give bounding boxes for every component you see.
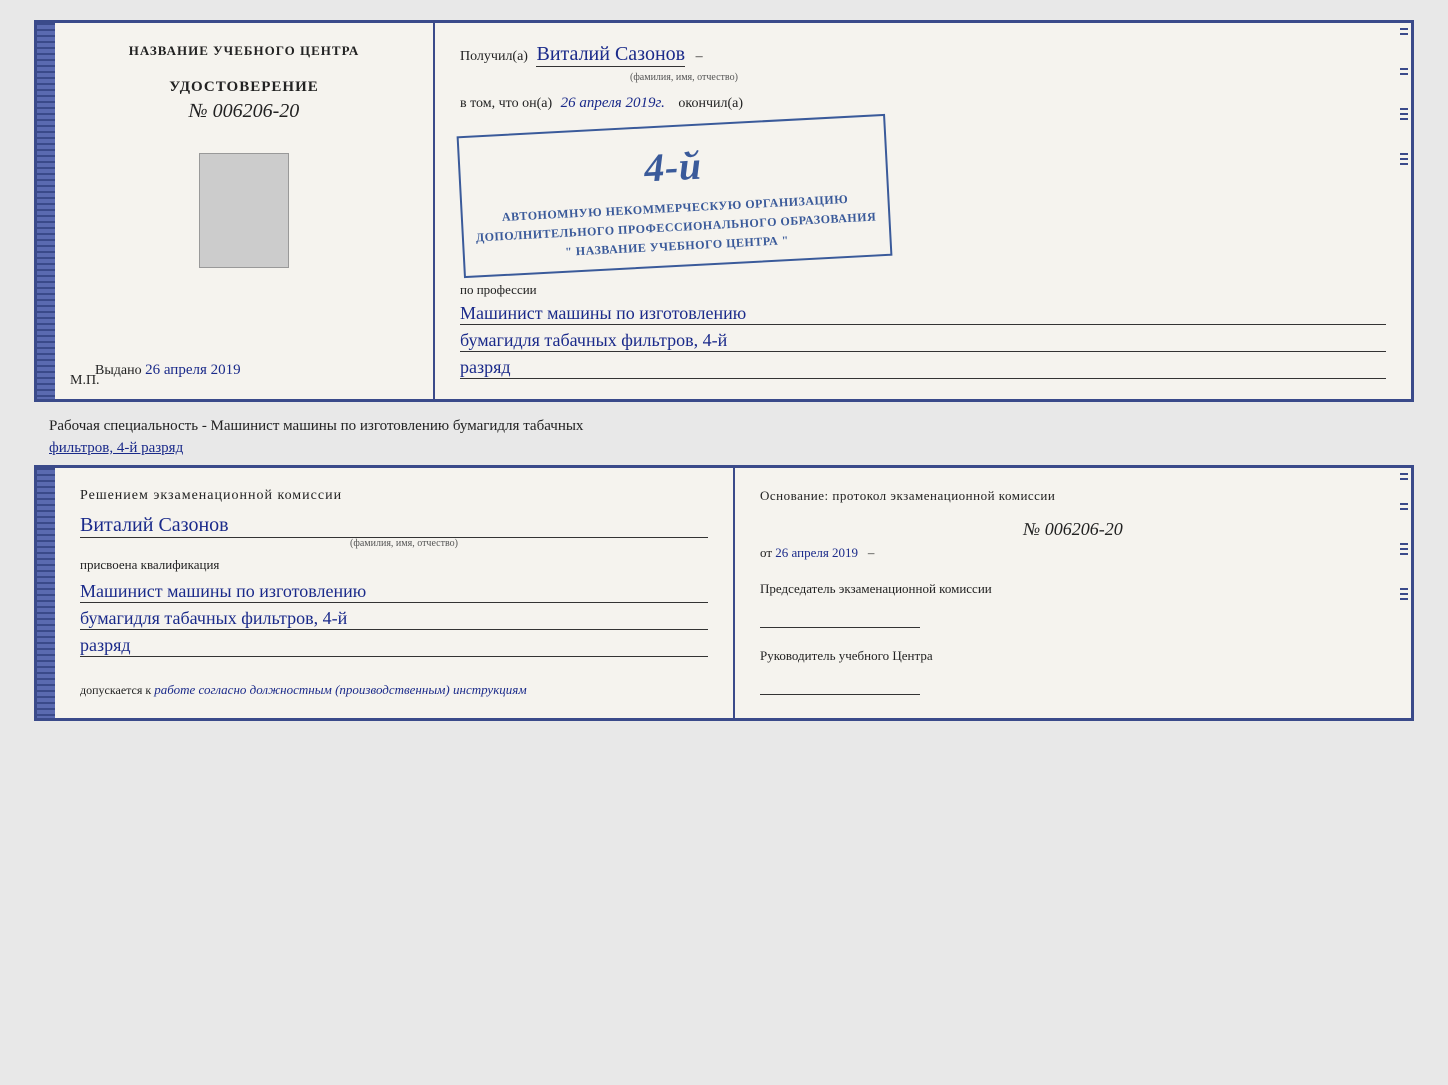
bottom-fio-label: (фамилия, имя, отчество)	[80, 538, 708, 549]
osnovanie-title: Основание: протокол экзаменационной коми…	[760, 488, 1386, 504]
bottom-certificate: Решением экзаменационной комиссии Витали…	[34, 465, 1414, 721]
recipient-name: Виталий Сазонов	[536, 43, 685, 67]
fio-label-top: (фамилия, имя, отчество)	[460, 72, 1386, 83]
profession-line1: Машинист машины по изготовлению	[460, 303, 1386, 325]
top-certificate: НАЗВАНИЕ УЧЕБНОГО ЦЕНТРА УДОСТОВЕРЕНИЕ №…	[34, 20, 1414, 402]
middle-text-line1: Рабочая специальность - Машинист машины …	[49, 418, 583, 434]
cert-left-panel: НАЗВАНИЕ УЧЕБНОГО ЦЕНТРА УДОСТОВЕРЕНИЕ №…	[55, 23, 435, 399]
middle-text-line2: фильтров, 4-й разряд	[49, 440, 183, 456]
predsedatel-signature-line	[760, 627, 920, 628]
rukovoditel-label: Руководитель учебного Центра	[760, 648, 1386, 664]
cert-bottom-right: Основание: протокол экзаменационной коми…	[735, 468, 1411, 718]
spine-bottom-left	[37, 468, 55, 718]
bottom-name-block: Виталий Сазонов (фамилия, имя, отчество)	[80, 514, 708, 549]
right-deco-bottom	[1396, 468, 1411, 718]
profession-line2: бумагидля табачных фильтров, 4-й	[460, 330, 1386, 352]
komissia-title: Решением экзаменационной комиссии	[80, 488, 708, 504]
bottom-name: Виталий Сазонов	[80, 514, 708, 538]
predsedatel-block: Председатель экзаменационной комиссии	[760, 581, 1386, 628]
protocol-date: от 26 апреля 2019 –	[760, 545, 1386, 561]
rukovoditel-signature-line	[760, 694, 920, 695]
cert-bottom-left: Решением экзаменационной комиссии Витали…	[55, 468, 735, 718]
mp-label: М.П.	[70, 373, 100, 389]
school-name-label: НАЗВАНИЕ УЧЕБНОГО ЦЕНТРА	[129, 43, 360, 59]
vydano-line: Выдано 26 апреля 2019	[85, 362, 241, 379]
udostoverenie-title: УДОСТОВЕРЕНИЕ	[169, 79, 319, 96]
cert-right-panel: Получил(а) Виталий Сазонов – (фамилия, и…	[435, 23, 1411, 399]
udostoverenie-number: № 006206-20	[169, 100, 319, 123]
udostoverenie-block: УДОСТОВЕРЕНИЕ № 006206-20	[169, 79, 319, 123]
poluchil-line: Получил(а) Виталий Сазонов –	[460, 43, 1386, 67]
date-handwritten: 26 апреля 2019г.	[561, 95, 665, 111]
middle-text: Рабочая специальность - Машинист машины …	[34, 410, 1414, 465]
dopuskaetsya-text: работе согласно должностным (производств…	[154, 682, 526, 697]
stamp-block: 4-й АВТОНОМНУЮ НЕКОММЕРЧЕСКУЮ ОРГАНИЗАЦИ…	[457, 114, 893, 278]
prisvoena-label: присвоена квалификация	[80, 557, 708, 573]
profession-line3: разряд	[460, 357, 1386, 379]
po-professii-label: по профессии	[460, 282, 1386, 298]
predsedatel-label: Председатель экзаменационной комиссии	[760, 581, 1386, 597]
rukovoditel-block: Руководитель учебного Центра	[760, 648, 1386, 695]
dopuskaetsya-block: допускается к работе согласно должностны…	[80, 682, 708, 698]
spine-left	[37, 23, 55, 399]
protocol-number: № 006206-20	[760, 519, 1386, 540]
photo-placeholder	[199, 153, 289, 268]
qualification-line1: Машинист машины по изготовлению	[80, 581, 708, 603]
qualification-line2: бумагидля табачных фильтров, 4-й	[80, 608, 708, 630]
right-decorative	[1396, 23, 1411, 399]
vtom-line: в том, что он(а) 26 апреля 2019г. окончи…	[460, 95, 1386, 112]
qualification-line3: разряд	[80, 635, 708, 657]
